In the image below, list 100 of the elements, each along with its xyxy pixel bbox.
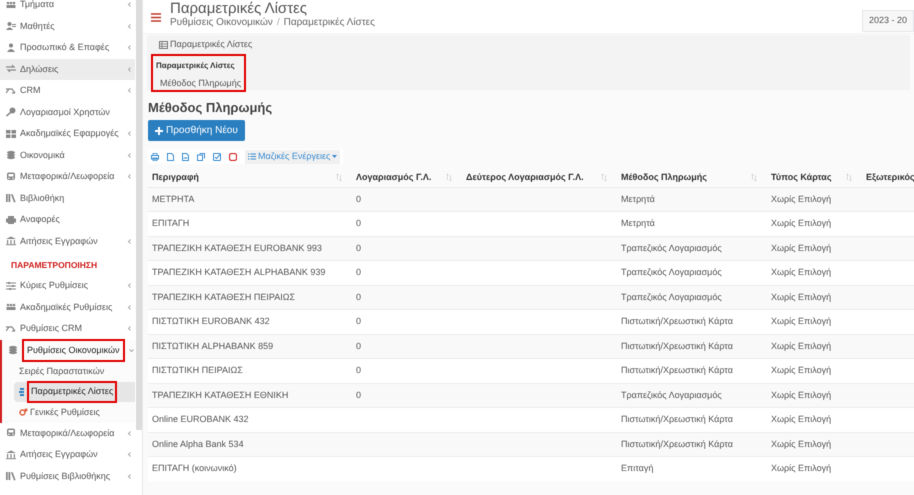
table-cell: ΤΡΑΠΕΖΙΚΗ ΚΑΤΑΘΕΣΗ EUROBANK 993: [152, 242, 322, 252]
add-button[interactable]: Προσθήκη Νέου: [148, 120, 245, 141]
table-cell: Χωρίς Επιλογή: [771, 267, 832, 277]
list-icon: [19, 387, 25, 396]
table-cell: Χωρίς Επιλογή: [771, 316, 832, 326]
panel-tab[interactable]: Παραμετρικές Λίστες: [170, 38, 252, 52]
sidebar-item[interactable]: Αιτήσεις Εγγραφών: [0, 230, 135, 252]
swap-arrows-icon: [6, 64, 16, 74]
table-cell: Τραπεζικός Λογαριασμός: [621, 267, 722, 277]
sidebar-item[interactable]: Μεταφορικά/Λεωφορεία: [0, 166, 135, 188]
column-header[interactable]: Περιγραφή: [152, 170, 199, 184]
table-icon: [159, 40, 168, 49]
sidebar-item[interactable]: Τμήματα: [0, 0, 135, 16]
table-cell: Τραπεζικός Λογαριασμός: [621, 292, 722, 302]
table-cell: Χωρίς Επιλογή: [771, 242, 832, 252]
sidebar-item[interactable]: Βιβλιοθήκη: [0, 188, 135, 209]
column-header[interactable]: Λογαριασμός Γ.Λ.: [356, 170, 432, 184]
table-cell: 0: [356, 390, 362, 400]
table-cell: Πιστωτική/Χρεωστική Κάρτα: [621, 316, 733, 326]
section-header: ΠΑΡΑΜΕΤΡΟΠΟΙΗΣΗ: [10, 258, 98, 272]
column-header[interactable]: Δεύτερος Λογαριασμός Γ.Λ.: [466, 170, 584, 184]
plus-icon: [155, 126, 163, 134]
copy-icon[interactable]: [197, 152, 205, 160]
sidebar-item[interactable]: Μεταφορικά/Λεωφορεία: [0, 422, 135, 444]
table-cell: 0: [356, 340, 362, 350]
submenu-item[interactable]: Γενικές Ρυθμίσεις: [14, 402, 135, 422]
table-cell: ΤΡΑΠΕΖΙΚΗ ΚΑΤΑΘΕΣΗ ΠΕΙΡΑΙΩΣ: [152, 292, 296, 302]
user-icon: [6, 42, 16, 53]
table-cell: Χωρίς Επιλογή: [771, 365, 832, 375]
table-cell: Πιστωτική/Χρεωστική Κάρτα: [621, 414, 733, 424]
coins-icon: [8, 345, 18, 356]
sidebar-item[interactable]: Ρυθμίσεις Βιβλιοθήκης: [0, 466, 135, 487]
grid-icon: [6, 128, 16, 139]
table-cell: Χωρίς Επιλογή: [771, 292, 832, 302]
caret-icon: [332, 155, 338, 158]
bank-icon: [6, 236, 16, 246]
people-icon: [6, 0, 16, 10]
table-cell: Τραπεζικός Λογαριασμός: [621, 242, 722, 252]
year-selector[interactable]: 2023 - 20: [862, 10, 914, 32]
list-option[interactable]: Μέθοδος Πληρωμής: [160, 76, 244, 90]
sidebar-item[interactable]: Αναφορές: [0, 209, 135, 230]
table-cell: ΤΡΑΠΕΖΙΚΗ ΚΑΤΑΘΕΣΗ ΕΘΝΙΚΗ: [152, 390, 288, 400]
sidebar-item[interactable]: Λογαριασμοί Χρηστών: [0, 102, 135, 123]
breadcrumb-separator: /: [276, 17, 280, 29]
books-icon: [6, 471, 16, 482]
submenu-item[interactable]: Σειρές Παραστατικών: [14, 361, 135, 382]
print-icon[interactable]: [151, 152, 159, 160]
scrollbar[interactable]: [136, 0, 142, 430]
table-cell: 0: [356, 242, 362, 252]
column-header[interactable]: Τύπος Κάρτας: [771, 170, 832, 184]
table-cell: ΜΕΤΡΗΤΑ: [152, 194, 194, 204]
sidebar-item[interactable]: Αιτήσεις Εγγραφών: [0, 444, 135, 466]
table-cell: 0: [356, 218, 362, 228]
sidebar-item[interactable]: Ακαδημαϊκές Εφαρμογές: [0, 123, 135, 144]
column-header[interactable]: Εξωτερικός: [866, 170, 914, 184]
sliders-icon: [6, 280, 16, 291]
breadcrumb-link[interactable]: Παραμετρικές Λίστες: [284, 17, 375, 29]
table-cell: Πιστωτική/Χρεωστική Κάρτα: [621, 340, 733, 350]
sidebar-item[interactable]: Προσωπικό & Επαφές: [0, 37, 135, 58]
sidebar-item[interactable]: Ακαδημαϊκές Ρυθμίσεις: [0, 296, 135, 318]
table-cell: Τραπεζικός Λογαριασμός: [621, 390, 722, 400]
table-cell: Χωρίς Επιλογή: [771, 414, 832, 424]
books-icon: [6, 193, 16, 204]
check-icon[interactable]: [213, 152, 221, 160]
sidebar-item[interactable]: Ρυθμίσεις CRM: [0, 318, 135, 340]
table-cell: Χωρίς Επιλογή: [771, 218, 832, 228]
table-cell: Online Alpha Bank 534: [152, 438, 244, 448]
table-cell: Επιταγή: [621, 463, 654, 474]
table-cell: Χωρίς Επιλογή: [771, 194, 832, 204]
table-cell: Χωρίς Επιλογή: [771, 438, 832, 448]
table-cell: Πιστωτική/Χρεωστική Κάρτα: [621, 365, 733, 375]
list-label: Παραμετρικές Λίστες: [156, 60, 236, 72]
sidebar-item[interactable]: Κύριες Ρυθμίσεις: [0, 275, 135, 296]
table-cell: Πιστωτική/Χρεωστική Κάρτα: [621, 438, 733, 448]
table-cell: Μετρητά: [621, 218, 655, 228]
table-cell: Χωρίς Επιλογή: [771, 340, 832, 350]
sidebar-item[interactable]: CRM: [0, 80, 135, 102]
submenu-item[interactable]: Παραμετρικές Λίστες: [14, 382, 135, 402]
table-cell: Online EUROBANK 432: [152, 414, 249, 424]
file-icon[interactable]: [167, 152, 174, 160]
sidebar-item[interactable]: Μαθητές: [0, 16, 135, 37]
sidebar-item[interactable]: Δηλώσεις: [0, 58, 135, 80]
table-cell: Μετρητά: [621, 194, 655, 204]
table-cell: 0: [356, 316, 362, 326]
file-icon[interactable]: [182, 152, 189, 160]
table-cell: ΕΠΙΤΑΓΗ (κοινωνικό): [152, 463, 237, 474]
bank-icon: [6, 450, 16, 460]
bus-icon: [6, 428, 16, 438]
table-cell: 0: [356, 292, 362, 302]
table-cell: Χωρίς Επιλογή: [771, 463, 832, 474]
sidebar-item[interactable]: Οικονομικά: [0, 144, 135, 166]
table-cell: Χωρίς Επιλογή: [771, 390, 832, 400]
table-cell: ΠΙΣΤΩΤΙΚΗ ALPHABANK 859: [152, 340, 274, 350]
menu-icon[interactable]: [151, 13, 161, 22]
table-cell: 0: [356, 365, 362, 375]
breadcrumb-link[interactable]: Ρυθμίσεις Οικονομικών: [170, 17, 273, 29]
bus-icon: [6, 172, 16, 182]
stop-icon[interactable]: [229, 152, 237, 160]
column-header[interactable]: Μέθοδος Πληρωμής: [621, 170, 707, 184]
key-icon: [6, 107, 16, 118]
